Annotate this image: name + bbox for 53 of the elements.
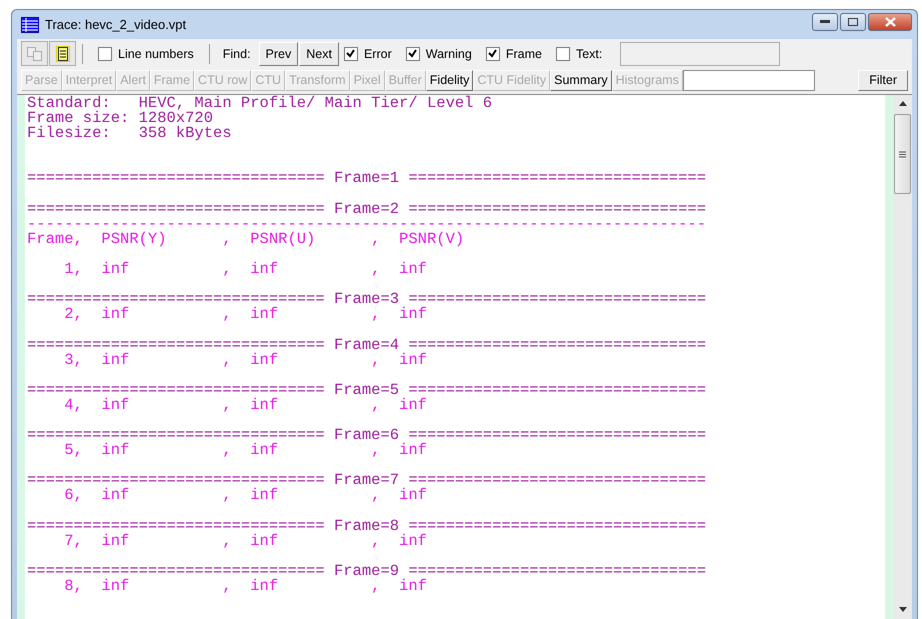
trace-line: ================================ Frame=1 ================================ [27,171,706,187]
view-tab[interactable]: Fidelity [426,70,474,90]
filter-checkbox[interactable]: Warning [406,46,472,60]
trace-line: Standard: HEVC, Main Profile/ Main Tier/ Level 6 [27,96,492,112]
filter-checkbox[interactable]: Frame [486,46,542,60]
filter-checkbox[interactable]: Error [344,46,392,60]
vertical-scrollbar[interactable] [893,95,912,619]
trace-line: ================================ Frame=4 ================================ [27,338,706,353]
trace-line: ================================ Frame=2 ================================ [27,202,706,217]
checkmark-icon [346,49,356,58]
trace-line: ================================ Frame=9 ================================ [27,564,706,579]
find-button[interactable]: Next [299,42,339,66]
table-icon [21,16,39,32]
trace-line: Frame, PSNR(Y) , PSNR(U) , PSNR(V) [27,232,464,247]
down-arrow-icon [898,607,906,612]
trace-line: 3, inf , inf , inf [63,352,427,368]
filter-checkbox[interactable]: Text: [556,46,602,60]
find-button[interactable]: Prev [258,42,298,66]
close-icon [884,16,896,26]
filter-field[interactable] [682,70,815,90]
trace-line: ================================ Frame=6 ================================ [27,428,706,444]
find-label: Find: [222,46,251,60]
document-icon [56,46,68,60]
document-button[interactable] [49,41,76,66]
trace-line: ================================ Frame=3 ================================ [27,292,706,308]
trace-line: Filesize: 358 kBytes [27,126,232,142]
trace-line: ================================ Frame=5 ================================ [27,382,706,398]
minimize-button[interactable] [812,12,838,30]
trace-line: ------------------------------------------------------------------------- [27,216,706,232]
maximize-button[interactable] [840,12,866,30]
trace-line: 5, inf , inf , inf [63,443,427,458]
trace-line: 2, inf , inf , inf [63,307,427,322]
view-tab[interactable]: Summary [550,70,612,90]
scrollbar-thumb[interactable] [894,114,911,194]
trace-line: 1, inf , inf , inf [63,262,427,278]
minimize-icon [820,20,830,24]
maximize-icon [848,18,858,26]
window-title: Trace: hevc_2_video.vpt [45,17,186,32]
copy-icon [26,46,42,60]
trace-line: ================================ Frame=8 ================================ [27,518,706,534]
checkmark-icon [488,49,498,58]
trace-line: ================================ Frame=7 ================================ [27,473,706,488]
checkmark-icon [408,49,418,58]
trace-line: 8, inf , inf , inf [63,579,427,594]
line-numbers-checkbox[interactable]: Line numbers [98,46,194,60]
close-button[interactable] [868,12,912,30]
trace-line: 6, inf , inf , inf [63,488,427,504]
trace-line: Frame size: 1280x720 [27,111,214,126]
trace-line: 4, inf , inf , inf [63,398,427,413]
text-search-field[interactable] [620,42,780,66]
filter-button[interactable]: Filter [858,70,908,90]
up-arrow-icon [898,101,906,106]
trace-line: 7, inf , inf , inf [63,534,427,549]
